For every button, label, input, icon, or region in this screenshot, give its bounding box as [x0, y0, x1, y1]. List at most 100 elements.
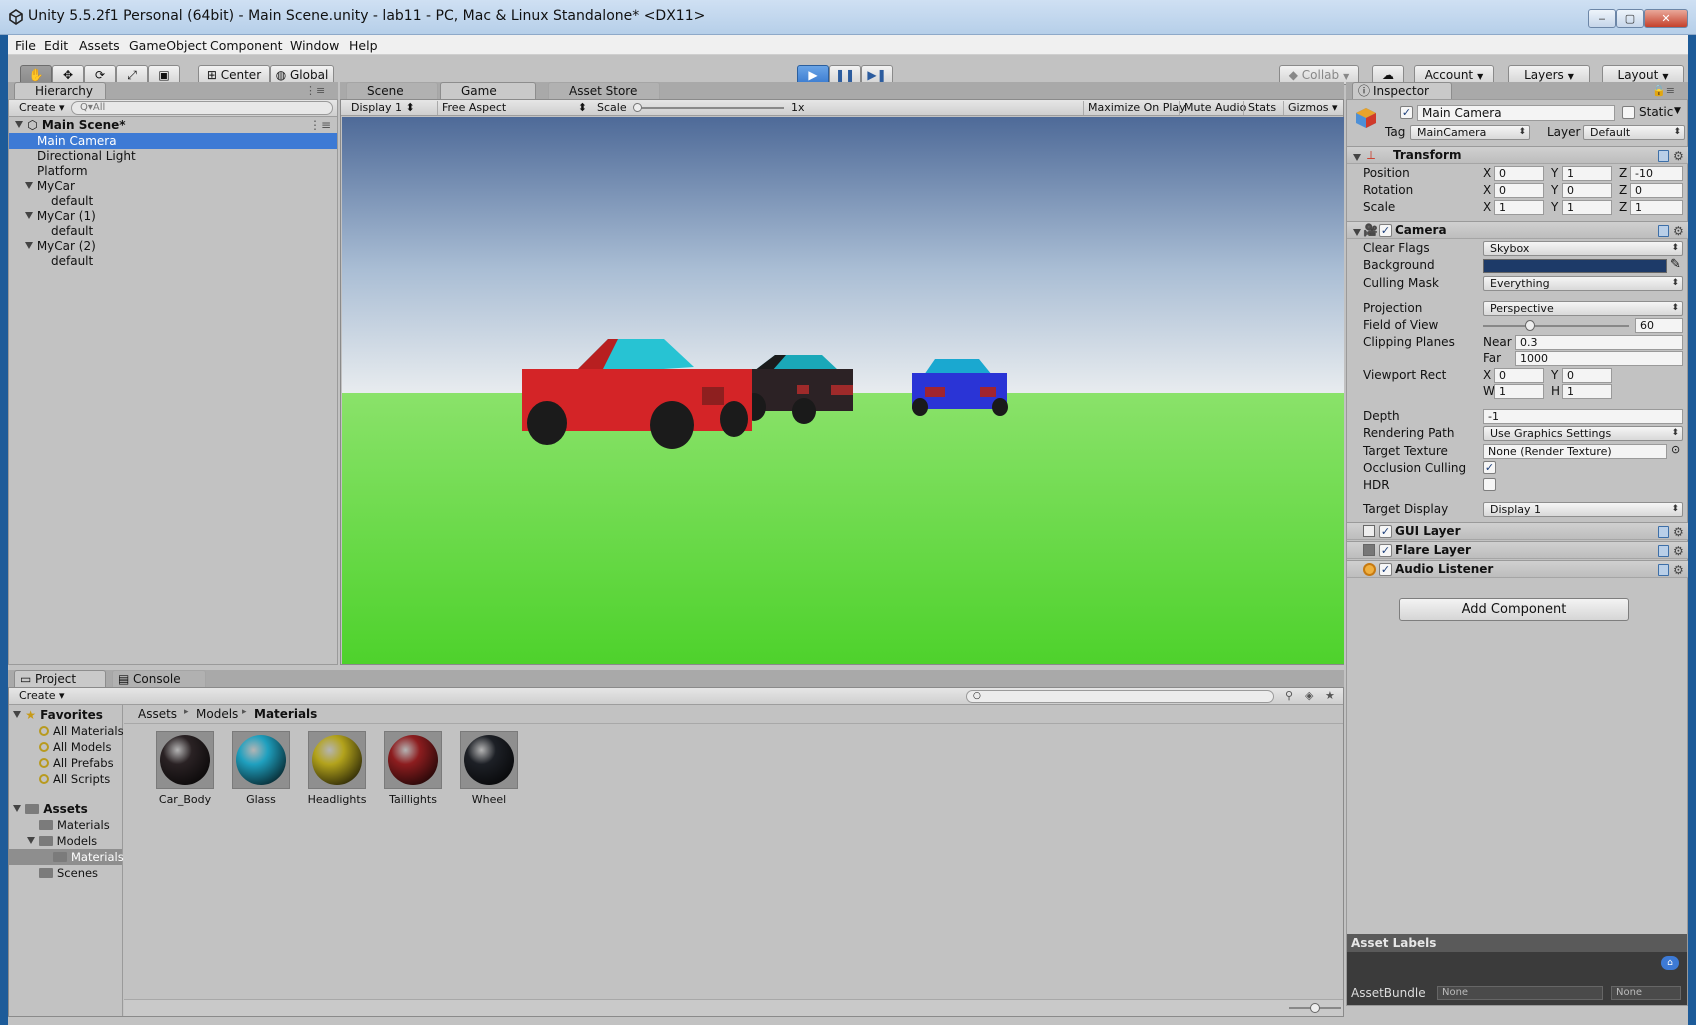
- fov-input[interactable]: 60: [1635, 318, 1683, 333]
- hierarchy-item-mycar-2[interactable]: MyCar (2): [9, 238, 96, 254]
- favorites-row[interactable]: ★ Favorites: [9, 707, 103, 723]
- help-book-icon[interactable]: [1658, 526, 1669, 538]
- object-name-input[interactable]: Main Camera: [1417, 105, 1615, 121]
- folder-scenes[interactable]: Scenes: [9, 865, 98, 881]
- static-checkbox[interactable]: [1622, 106, 1635, 119]
- tag-dropdown[interactable]: MainCamera: [1410, 125, 1530, 140]
- gui-layer-header[interactable]: ✓ GUI Layer ⚙: [1347, 522, 1688, 540]
- hierarchy-item-default[interactable]: default: [9, 193, 93, 209]
- far-clip-input[interactable]: 1000: [1515, 351, 1683, 366]
- fov-slider-track[interactable]: [1483, 325, 1629, 327]
- eyedropper-icon[interactable]: ✎: [1670, 257, 1681, 272]
- help-book-icon[interactable]: [1658, 564, 1669, 576]
- gear-icon[interactable]: ⚙: [1673, 564, 1685, 576]
- filter-label-icon[interactable]: ◈: [1305, 689, 1313, 703]
- material-asset[interactable]: Car_Body: [148, 725, 222, 821]
- panel-menu-icon[interactable]: ⋮≡: [305, 84, 325, 98]
- fov-slider-thumb[interactable]: [1525, 320, 1535, 331]
- target-display-dropdown[interactable]: Display 1: [1483, 502, 1683, 517]
- gui-layer-checkbox[interactable]: ✓: [1379, 525, 1392, 538]
- rotation-z-input[interactable]: 0: [1630, 183, 1683, 198]
- near-clip-input[interactable]: 0.3: [1515, 335, 1683, 350]
- help-book-icon[interactable]: [1658, 225, 1669, 237]
- audio-listener-checkbox[interactable]: ✓: [1379, 563, 1392, 576]
- viewport-x-input[interactable]: 0: [1494, 368, 1544, 383]
- scene-menu-icon[interactable]: ⋮≡: [309, 117, 331, 133]
- menu-assets[interactable]: Assets: [79, 38, 120, 53]
- menu-component[interactable]: Component: [210, 38, 283, 53]
- game-render-view[interactable]: [342, 117, 1344, 664]
- scale-slider-thumb[interactable]: [633, 103, 642, 112]
- viewport-y-input[interactable]: 0: [1562, 368, 1612, 383]
- viewport-h-input[interactable]: 1: [1562, 384, 1612, 399]
- rotation-y-input[interactable]: 0: [1562, 183, 1612, 198]
- hierarchy-item-mycar-1[interactable]: MyCar (1): [9, 208, 96, 224]
- breadcrumb-materials[interactable]: Materials: [254, 707, 317, 721]
- hdr-checkbox[interactable]: [1483, 478, 1496, 491]
- gear-icon[interactable]: ⚙: [1673, 150, 1685, 162]
- menu-edit[interactable]: Edit: [44, 38, 68, 53]
- audio-listener-header[interactable]: ✓ Audio Listener ⚙: [1347, 560, 1688, 578]
- hierarchy-item-main-camera[interactable]: Main Camera: [9, 133, 337, 149]
- favorite-all-scripts[interactable]: All Scripts: [9, 771, 110, 787]
- position-y-input[interactable]: 1: [1562, 166, 1612, 181]
- material-asset[interactable]: Wheel: [452, 725, 526, 821]
- material-asset[interactable]: Glass: [224, 725, 298, 821]
- depth-input[interactable]: -1: [1483, 409, 1683, 424]
- hierarchy-item-mycar[interactable]: MyCar: [9, 178, 75, 194]
- assetbundle-name-dropdown[interactable]: None: [1437, 986, 1603, 1000]
- assetbundle-variant-dropdown[interactable]: None: [1611, 986, 1681, 1000]
- menu-help[interactable]: Help: [349, 38, 378, 53]
- assets-root-row[interactable]: Assets: [9, 801, 88, 817]
- gizmos-dropdown[interactable]: Gizmos ▾: [1283, 101, 1338, 115]
- material-asset[interactable]: Taillights: [376, 725, 450, 821]
- help-book-icon[interactable]: [1658, 545, 1669, 557]
- scale-z-input[interactable]: 1: [1630, 200, 1683, 215]
- favorite-all-prefabs[interactable]: All Prefabs: [9, 755, 114, 771]
- rotation-x-input[interactable]: 0: [1494, 183, 1544, 198]
- minimize-button[interactable]: ‒: [1588, 9, 1616, 28]
- culling-mask-dropdown[interactable]: Everything: [1483, 276, 1683, 291]
- target-texture-field[interactable]: None (Render Texture): [1483, 444, 1667, 459]
- menu-window[interactable]: Window: [290, 38, 339, 53]
- scale-x-input[interactable]: 1: [1494, 200, 1544, 215]
- occlusion-culling-checkbox[interactable]: ✓: [1483, 461, 1496, 474]
- favorite-all-models[interactable]: All Models: [9, 739, 111, 755]
- clear-flags-dropdown[interactable]: Skybox: [1483, 241, 1683, 256]
- menu-gameobject[interactable]: GameObject: [129, 38, 207, 53]
- mute-audio-toggle[interactable]: Mute Audio: [1179, 101, 1246, 115]
- aspect-dropdown[interactable]: Free Aspect ⬍: [437, 101, 589, 115]
- help-book-icon[interactable]: [1658, 150, 1669, 162]
- scene-root-row[interactable]: ⬡ Main Scene* ⋮≡: [9, 117, 337, 133]
- flare-layer-header[interactable]: ✓ Flare Layer ⚙: [1347, 541, 1688, 559]
- static-dropdown-arrow-icon[interactable]: ▼: [1674, 104, 1681, 119]
- star-icon[interactable]: ★: [1325, 689, 1335, 703]
- background-color-swatch[interactable]: [1483, 259, 1667, 273]
- stats-toggle[interactable]: Stats: [1243, 101, 1276, 115]
- flare-layer-checkbox[interactable]: ✓: [1379, 544, 1392, 557]
- scale-slider-track[interactable]: [636, 107, 784, 109]
- hierarchy-item-platform[interactable]: Platform: [9, 163, 88, 179]
- menu-file[interactable]: File: [15, 38, 36, 53]
- material-asset[interactable]: Headlights: [300, 725, 374, 821]
- position-x-input[interactable]: 0: [1494, 166, 1544, 181]
- add-component-button[interactable]: Add Component: [1399, 598, 1629, 621]
- project-create-button[interactable]: Create ▾: [19, 689, 65, 703]
- camera-header[interactable]: 🎥 ✓ Camera ⚙: [1347, 221, 1688, 239]
- label-tag-icon[interactable]: ⌂: [1661, 956, 1679, 970]
- maximize-on-play-toggle[interactable]: Maximize On Play: [1083, 101, 1186, 115]
- gear-icon[interactable]: ⚙: [1673, 225, 1685, 237]
- object-picker-icon[interactable]: ⊙: [1671, 443, 1680, 456]
- breadcrumb-assets[interactable]: Assets: [138, 707, 177, 721]
- projection-dropdown[interactable]: Perspective: [1483, 301, 1683, 316]
- thumbnail-size-thumb[interactable]: [1310, 1003, 1320, 1013]
- project-search-input[interactable]: ○: [966, 690, 1274, 703]
- folder-materials[interactable]: Materials: [9, 817, 110, 833]
- camera-enabled-checkbox[interactable]: ✓: [1379, 224, 1392, 237]
- folder-models-materials[interactable]: Materials: [9, 849, 124, 865]
- position-z-input[interactable]: -10: [1630, 166, 1683, 181]
- transform-header[interactable]: ⟂ Transform ⚙: [1347, 146, 1688, 164]
- viewport-w-input[interactable]: 1: [1494, 384, 1544, 399]
- display-dropdown[interactable]: Display 1 ⬍: [351, 101, 431, 115]
- gear-icon[interactable]: ⚙: [1673, 545, 1685, 557]
